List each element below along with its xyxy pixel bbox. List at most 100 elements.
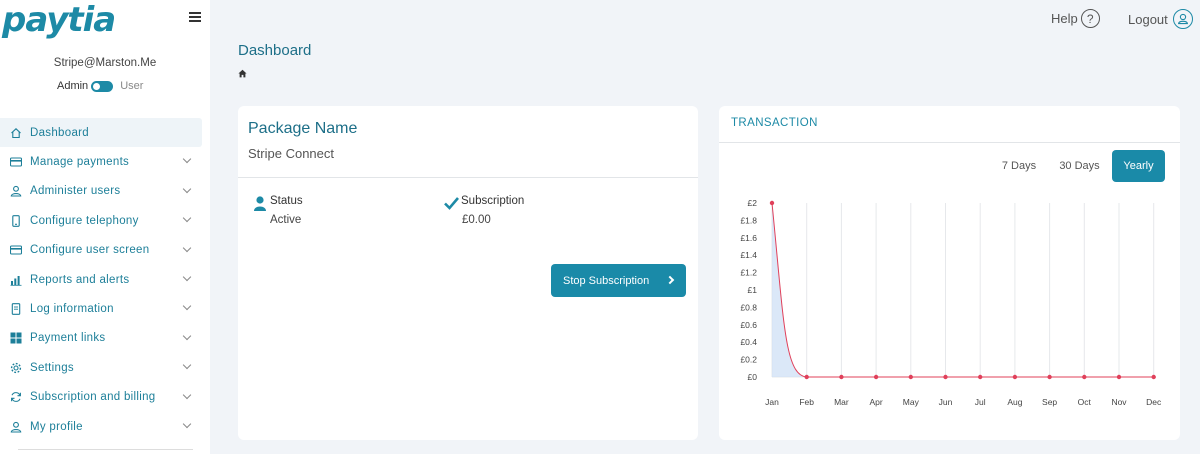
grid-icon [10, 332, 22, 344]
chevron-down-icon[interactable] [182, 419, 192, 429]
data-point [1012, 374, 1018, 380]
package-card: Package Name Stripe Connect Status Activ… [238, 106, 698, 440]
sidebar-nav: Dashboard Manage payments Administer use… [0, 118, 210, 441]
y-tick-label: £1 [748, 285, 758, 295]
sidebar-item-manage-payments[interactable]: Manage payments [0, 147, 210, 176]
x-tick-label: May [903, 397, 920, 407]
bar-chart-icon [10, 274, 22, 286]
y-tick-label: £0.6 [740, 320, 757, 330]
sidebar-item-payment-links[interactable]: Payment links [0, 324, 210, 353]
sidebar-item-label: Manage payments [30, 156, 130, 169]
user-icon [10, 185, 22, 198]
role-toggle[interactable] [91, 80, 114, 92]
sidebar-item-label: Subscription and billing [30, 391, 156, 404]
x-tick-label: Nov [1111, 397, 1127, 407]
user-circle-icon [1172, 9, 1193, 29]
chevron-down-icon[interactable] [182, 184, 192, 194]
card-divider [719, 142, 1180, 143]
logout-label: Logout [1128, 11, 1168, 27]
transaction-chart: £0 £0.2 £0.4 £0.6 £0.8 £1 £1.2 £1.4 £1.6 £1.8 £2 Ja… [740, 198, 1162, 407]
y-tick-label: £0 [748, 372, 758, 382]
sidebar-item-label: Configure user screen [30, 244, 150, 257]
data-point [873, 374, 879, 380]
role-switch: Admin User [57, 80, 143, 92]
chevron-down-icon[interactable] [182, 331, 192, 340]
refresh-icon [10, 391, 22, 403]
sidebar-item-label: Payment links [30, 332, 106, 345]
checkmark-icon [444, 197, 459, 210]
x-tick-label: Jul [975, 397, 986, 407]
series-line [771, 202, 1154, 378]
y-tick-label: £0.8 [740, 302, 757, 312]
chevron-down-icon[interactable] [182, 360, 192, 370]
chevron-down-icon[interactable] [182, 155, 192, 164]
data-point [769, 200, 775, 206]
y-tick-label: £0.2 [740, 355, 757, 365]
x-tick-label: Apr [869, 397, 882, 407]
x-tick-label: Dec [1146, 397, 1162, 407]
chevron-down-icon[interactable] [182, 272, 192, 282]
data-point [1116, 374, 1122, 380]
sidebar-divider [18, 449, 193, 450]
menu-toggle-icon[interactable] [189, 12, 201, 22]
x-tick-label: Jun [939, 397, 953, 407]
sidebar: paytia Stripe@Marston.Me Admin User Dash… [0, 0, 210, 454]
home-icon [10, 127, 22, 139]
chevron-right-icon [665, 275, 675, 285]
user-icon [10, 421, 22, 433]
x-tick-label: Mar [834, 397, 849, 407]
package-name: Package Name [248, 120, 358, 137]
chevron-down-icon[interactable] [182, 213, 192, 223]
logo-text: paytia [2, 0, 116, 40]
logout-link[interactable]: Logout [1128, 9, 1193, 29]
sidebar-item-log-information[interactable]: Log information [0, 294, 210, 323]
phone-icon [10, 215, 22, 227]
stop-subscription-button[interactable]: Stop Subscription [551, 264, 686, 297]
chevron-down-icon[interactable] [182, 390, 192, 399]
role-admin-label: Admin [57, 80, 89, 92]
y-tick-label: £0.4 [740, 337, 757, 347]
subscription-label: Subscription [461, 195, 525, 207]
sidebar-item-dashboard[interactable]: Dashboard [0, 118, 202, 148]
data-point [1047, 374, 1052, 380]
card-icon [10, 244, 22, 256]
y-tick-label: £1.6 [740, 233, 757, 243]
series-area [772, 203, 807, 377]
sidebar-item-label: My profile [30, 420, 83, 433]
sidebar-item-settings[interactable]: Settings [0, 353, 210, 382]
sidebar-item-subscription-and-billing[interactable]: Subscription and billing [0, 383, 210, 412]
range-7-days-button[interactable]: 7 Days [991, 150, 1047, 182]
y-tick-label: £1.8 [740, 215, 757, 225]
help-label: Help [1051, 11, 1078, 26]
card-divider [238, 177, 698, 178]
breadcrumb-home-icon[interactable] [238, 69, 247, 78]
sidebar-item-reports-and-alerts[interactable]: Reports and alerts [0, 265, 210, 294]
paytia-logo[interactable]: paytia [2, 0, 116, 40]
sidebar-item-label: Dashboard [30, 126, 89, 139]
chevron-down-icon[interactable] [182, 243, 192, 252]
sidebar-item-administer-users[interactable]: Administer users [0, 177, 210, 206]
x-tick-label: Oct [1078, 397, 1092, 407]
range-yearly-button[interactable]: Yearly [1112, 150, 1165, 182]
document-icon [10, 303, 22, 315]
sidebar-item-label: Configure telephony [30, 214, 139, 227]
range-30-days-button[interactable]: 30 Days [1052, 150, 1107, 182]
data-point [943, 374, 948, 380]
data-point [804, 374, 809, 380]
help-link[interactable]: Help ? [1051, 9, 1100, 28]
y-tick-label: £1.4 [740, 250, 757, 260]
status-value: Active [270, 214, 302, 226]
sidebar-item-configure-telephony[interactable]: Configure telephony [0, 206, 210, 235]
chevron-down-icon[interactable] [182, 302, 192, 311]
x-tick-label: Sep [1042, 397, 1057, 407]
user-icon [254, 196, 266, 211]
data-point [1151, 374, 1156, 380]
sidebar-item-configure-user-screen[interactable]: Configure user screen [0, 236, 210, 265]
y-tick-label: £2 [748, 198, 758, 208]
x-tick-label: Jan [765, 397, 779, 407]
package-subtitle: Stripe Connect [248, 146, 334, 161]
sidebar-item-label: Log information [30, 303, 114, 316]
sidebar-item-my-profile[interactable]: My profile [0, 412, 210, 441]
sidebar-item-label: Settings [30, 361, 74, 374]
stop-subscription-label: Stop Subscription [563, 274, 650, 287]
